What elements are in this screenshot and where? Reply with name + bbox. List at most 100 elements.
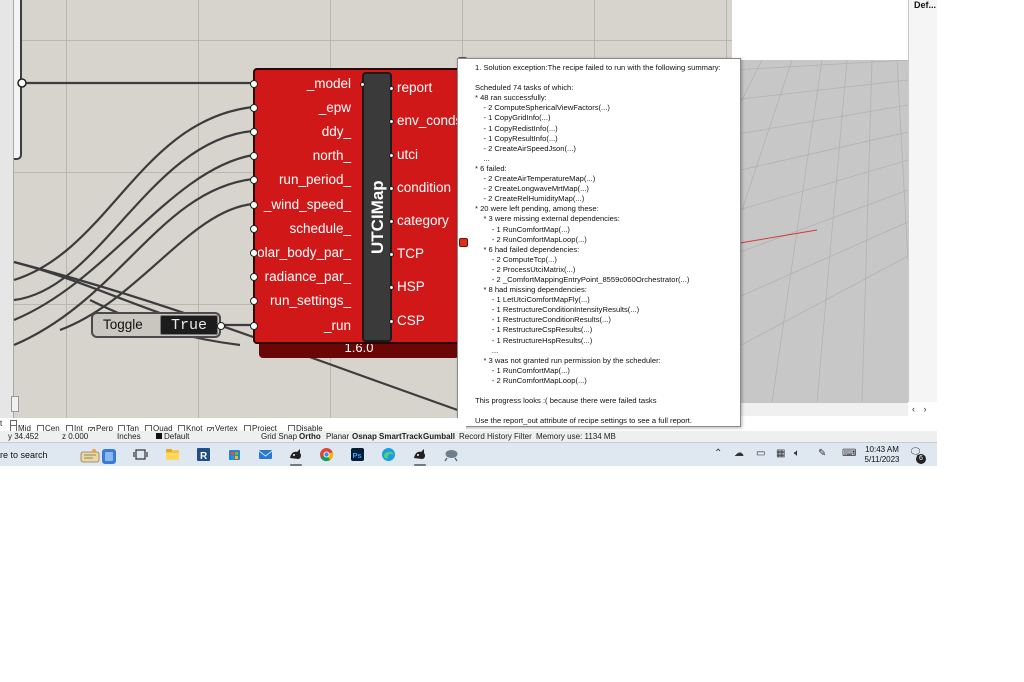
input-grip-radiance-par[interactable]: [250, 273, 258, 281]
units: Inches: [117, 432, 141, 441]
status-ortho[interactable]: Ortho: [299, 432, 321, 441]
status-record-history[interactable]: Record History: [459, 432, 512, 441]
panel-arrows[interactable]: ‹ ›: [912, 404, 927, 414]
clock[interactable]: 10:43 AM 5/11/2023: [862, 445, 902, 465]
tooltip-line: - 2 _ComfortMappingEntryPoint_8559c060Or…: [475, 274, 690, 284]
store-icon[interactable]: [227, 447, 242, 462]
input-grip-epw[interactable]: [250, 104, 258, 112]
keyboard-icon[interactable]: ⌨: [842, 448, 856, 459]
active-indicator: [414, 464, 426, 466]
input-grip-ddy[interactable]: [250, 128, 258, 136]
tooltip-line: This progress looks :( because there wer…: [475, 396, 657, 406]
tooltip-line: * 6 had failed dependencies:: [475, 244, 580, 254]
notification-icon[interactable]: 🗨︎ 6: [909, 447, 927, 464]
onedrive-icon[interactable]: ☁: [734, 448, 744, 459]
search-highlight-icon[interactable]: [78, 447, 120, 465]
current-layer[interactable]: Default: [156, 432, 189, 441]
input-grip-run-settings[interactable]: [250, 297, 258, 305]
input-model[interactable]: _model: [307, 76, 351, 92]
mail-icon[interactable]: [258, 447, 273, 462]
output-env-conds[interactable]: env_conds: [397, 113, 462, 129]
edge-icon[interactable]: [381, 447, 396, 462]
toggle-value[interactable]: True: [160, 315, 218, 335]
rhino-viewport[interactable]: [732, 60, 908, 402]
input-north[interactable]: north_: [313, 148, 351, 164]
toggle-component[interactable]: Toggle True: [91, 312, 225, 338]
tooltip-line: Use the report_out attribute of recipe s…: [475, 416, 692, 426]
revit-icon[interactable]: R: [196, 447, 211, 462]
output-csp[interactable]: CSP: [397, 313, 425, 329]
tooltip-line: - 1 CopyResultInfo(...): [475, 133, 558, 143]
output-report[interactable]: report: [397, 80, 432, 96]
tooltip-line: * 20 were left pending, among these:: [475, 204, 599, 214]
network-icon[interactable]: ▦: [776, 448, 785, 459]
grasshopper-icon[interactable]: [444, 447, 459, 462]
input-run-period[interactable]: run_period_: [279, 172, 351, 188]
properties-panel[interactable]: [908, 0, 937, 402]
chrome-icon[interactable]: [319, 447, 334, 462]
status-gumball[interactable]: Gumball: [423, 432, 455, 441]
rhino-icon[interactable]: [288, 447, 303, 462]
output-hsp[interactable]: HSP: [397, 279, 425, 295]
output-dot-category: [389, 219, 394, 224]
viewport-grid: [732, 60, 908, 402]
viewport-tabs[interactable]: [732, 402, 908, 416]
input-grip-schedule[interactable]: [250, 225, 258, 233]
tooltip-line: 1. Solution exception:The recipe failed …: [475, 63, 721, 72]
output-utci[interactable]: utci: [397, 147, 418, 163]
input-schedule[interactable]: schedule_: [289, 221, 351, 237]
input-ddy[interactable]: ddy_: [322, 124, 351, 140]
chevron-up-icon[interactable]: ⌃: [714, 448, 722, 459]
rhino-icon-2[interactable]: [412, 447, 427, 462]
taskbar-search[interactable]: re to search: [0, 450, 48, 460]
input-grip-run[interactable]: [250, 322, 258, 330]
coord-z: z 0.000: [62, 432, 89, 441]
input-solar-body-par[interactable]: solar_body_par_: [250, 245, 351, 261]
output-tcp[interactable]: TCP: [397, 246, 424, 262]
tooltip-line: - 2 RunComfortMapLoop(...): [475, 234, 587, 244]
status-osnap[interactable]: Osnap: [352, 432, 377, 441]
tooltip-line: Scheduled 74 tasks of which:: [475, 83, 574, 93]
tooltip-line: - 2 RunComfortMapLoop(...): [475, 375, 587, 385]
tooltip-line: - 2 ComputeSphericalViewFactors(...): [475, 103, 610, 113]
status-grid-snap[interactable]: Grid Snap: [261, 432, 297, 441]
input-grip-wind-speed[interactable]: [250, 201, 258, 209]
tooltip-line: [475, 386, 730, 396]
input-grip-solar-body-par[interactable]: [250, 249, 258, 257]
status-filter[interactable]: Filter: [514, 432, 532, 441]
output-condition[interactable]: condition: [397, 180, 451, 196]
file-explorer-icon[interactable]: [165, 447, 180, 462]
input-run[interactable]: _run: [324, 318, 351, 334]
component-body[interactable]: UTCIMap _model _epw ddy_ north_ run_peri…: [250, 68, 462, 344]
upstream-grip: [17, 78, 27, 88]
output-dot-tcp: [389, 252, 394, 257]
toggle-output-grip[interactable]: [217, 322, 225, 330]
pen-icon[interactable]: ✎: [818, 448, 826, 459]
battery-icon[interactable]: ▭: [756, 448, 765, 459]
output-category[interactable]: category: [397, 213, 449, 229]
input-radiance-par[interactable]: radiance_par_: [265, 269, 351, 285]
svg-text:Ps: Ps: [353, 451, 362, 460]
utcimap-component[interactable]: 1.6.0 UTCIMap _model _epw ddy_ north_ ru…: [250, 68, 462, 358]
status-smarttrack[interactable]: SmartTrack: [379, 432, 423, 441]
task-view-icon[interactable]: [133, 447, 148, 462]
volume-icon[interactable]: 🔈︎: [794, 448, 800, 459]
panel-tab[interactable]: Def...: [914, 0, 936, 10]
chevron-right-icon[interactable]: ›: [924, 404, 927, 414]
input-run-settings[interactable]: run_settings_: [270, 293, 351, 309]
input-grip-model[interactable]: [250, 80, 258, 88]
error-flag-icon[interactable]: [459, 238, 468, 247]
tooltip-line: - 1 RestructureConditionIntensityResults…: [475, 305, 640, 315]
photoshop-icon[interactable]: Ps: [350, 447, 365, 462]
tooltip-line: - 1 RunComfortMap(...): [475, 365, 570, 375]
tooltip-line: - 2 CreateRelHumidityMap(...): [475, 194, 585, 204]
tooltip-line: [475, 406, 730, 416]
tooltip-line: - 1 RestructureHspResults(...): [475, 335, 593, 345]
input-epw[interactable]: _epw: [319, 100, 351, 116]
input-grip-north[interactable]: [250, 152, 258, 160]
input-grip-run-period[interactable]: [250, 176, 258, 184]
clock-time: 10:43 AM: [865, 445, 899, 454]
input-wind-speed[interactable]: _wind_speed_: [264, 197, 351, 213]
status-planar[interactable]: Planar: [326, 432, 349, 441]
chevron-left-icon[interactable]: ‹: [912, 404, 915, 414]
